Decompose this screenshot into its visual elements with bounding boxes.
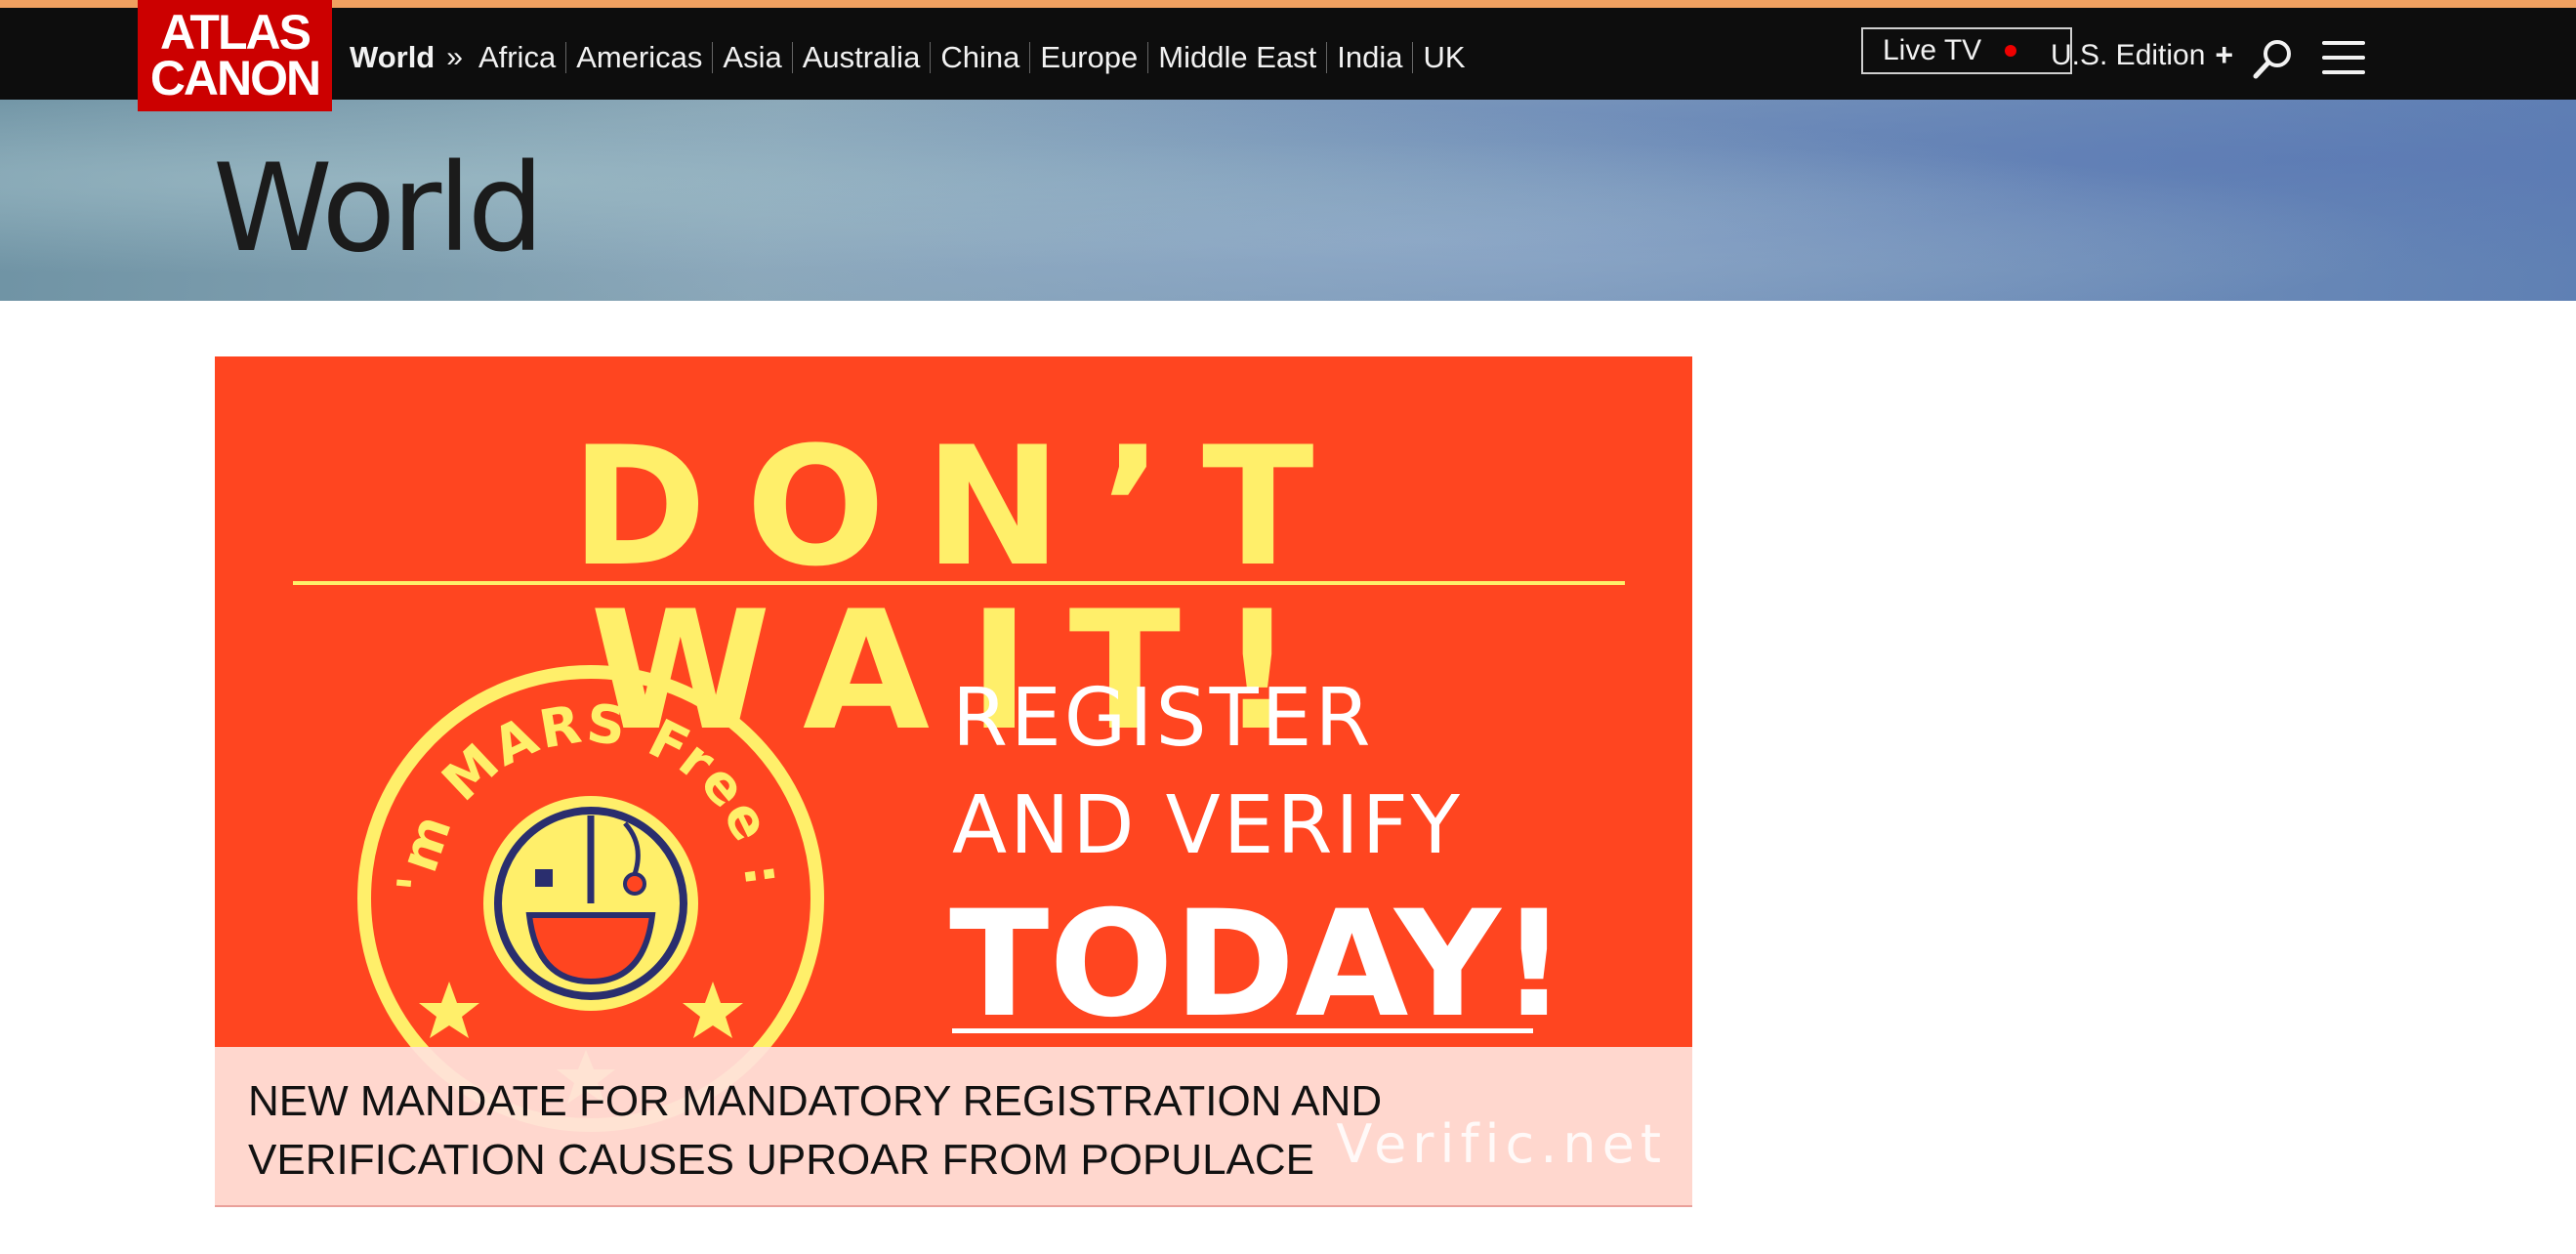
nav-divider [565, 42, 567, 73]
ad-line-register: REGISTER [952, 672, 1374, 765]
nav-divider [1326, 42, 1328, 73]
edition-selector[interactable]: U.S. Edition + [2051, 37, 2233, 73]
article-bottom-rule [215, 1205, 1692, 1207]
article-headline[interactable]: NEW MANDATE FOR MANDATORY REGISTRATION A… [248, 1072, 1420, 1190]
ad-line-today: TODAY! [949, 880, 1568, 1050]
plus-icon: + [2215, 37, 2234, 72]
section-nav: World » Africa Americas Asia Australia C… [350, 16, 1466, 100]
top-navigation-bar: World » Africa Americas Asia Australia C… [0, 8, 2576, 100]
nav-link-europe[interactable]: Europe [1040, 40, 1138, 75]
nav-link-africa[interactable]: Africa [478, 40, 556, 75]
headline-line-2: VERIFICATION CAUSES UPROAR FROM POPULACE [248, 1136, 1315, 1184]
site-logo[interactable]: ATLAS CANON [138, 0, 332, 111]
nav-link-china[interactable]: China [940, 40, 1019, 75]
search-icon[interactable] [2251, 37, 2294, 80]
live-tv-label: Live TV [1883, 34, 1982, 66]
nav-divider [791, 42, 793, 73]
chevron-right-icon: » [446, 41, 463, 73]
headline-line-1: NEW MANDATE FOR MANDATORY REGISTRATION A… [248, 1077, 1383, 1125]
nav-link-americas[interactable]: Americas [576, 40, 702, 75]
page-title: World [213, 139, 544, 279]
live-dot-icon [2005, 45, 2017, 57]
ad-line-and-verify: AND VERIFY [952, 779, 1463, 872]
nav-divider [1147, 42, 1149, 73]
live-tv-button[interactable]: Live TV [1861, 27, 2072, 74]
logo-line-2: CANON [149, 51, 321, 105]
section-hero-banner: World [0, 100, 2576, 301]
featured-image[interactable]: DON’T WAIT! I'm MARS Free :) REGISTER AN… [215, 356, 1692, 1207]
nav-link-asia[interactable]: Asia [723, 40, 781, 75]
hamburger-menu-icon[interactable] [2322, 41, 2365, 74]
article-caption-overlay[interactable]: NEW MANDATE FOR MANDATORY REGISTRATION A… [215, 1047, 1692, 1207]
nav-link-middle-east[interactable]: Middle East [1158, 40, 1316, 75]
nav-divider [930, 42, 932, 73]
edition-label: U.S. Edition [2051, 38, 2206, 71]
nav-home-world[interactable]: World [350, 40, 435, 75]
top-accent-line [0, 0, 2576, 8]
headline-underline [293, 581, 1625, 585]
nav-divider [1412, 42, 1414, 73]
logo-line-1: ATLAS [160, 4, 312, 60]
nav-link-uk[interactable]: UK [1423, 40, 1465, 75]
nav-divider [712, 42, 714, 73]
nav-divider [1029, 42, 1031, 73]
ad-watermark: Verific.net [1336, 1113, 1667, 1175]
nav-link-india[interactable]: India [1337, 40, 1402, 75]
nav-link-australia[interactable]: Australia [803, 40, 921, 75]
today-underline [952, 1028, 1533, 1033]
